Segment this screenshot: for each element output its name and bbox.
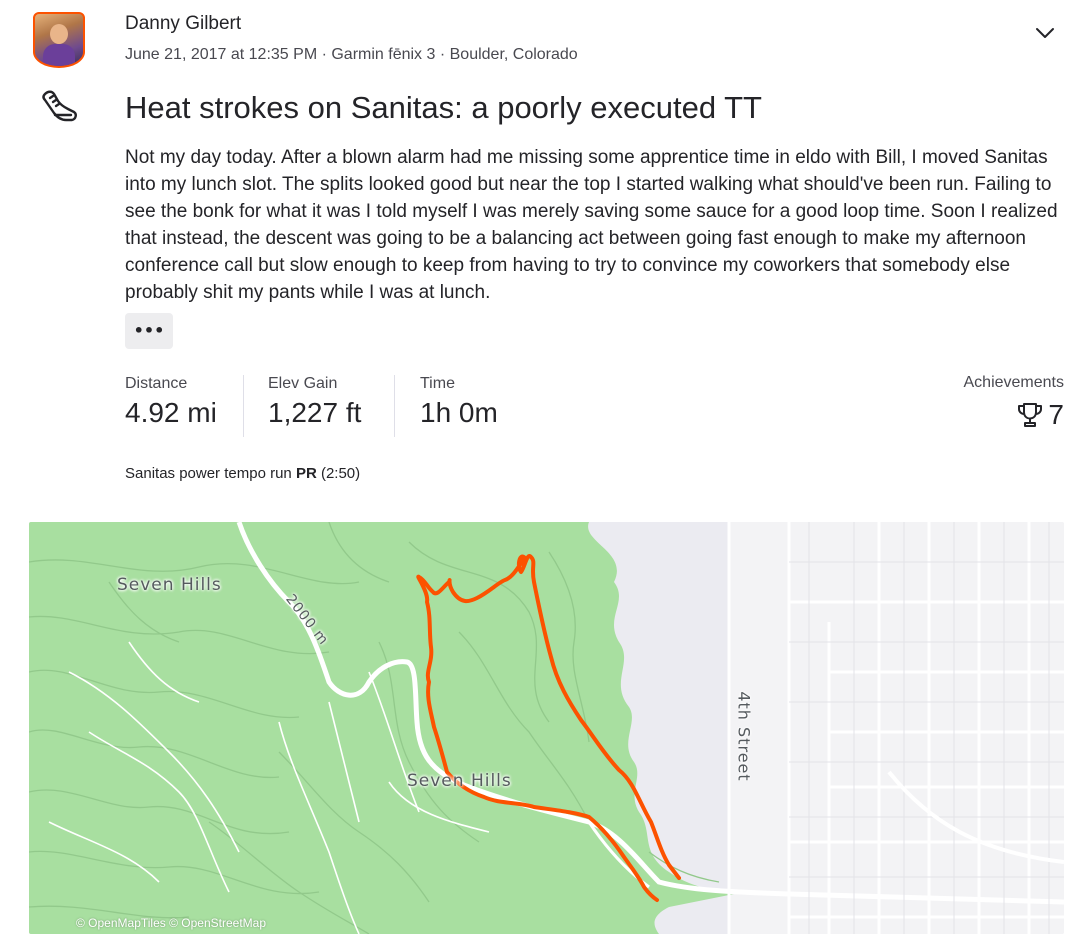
activity-meta: June 21, 2017 at 12:35 PM · Garmin fēnix… (125, 46, 578, 63)
stat-label: Time (420, 375, 455, 392)
achievements-count[interactable]: 7 (1016, 399, 1064, 431)
athlete-avatar[interactable] (33, 12, 85, 68)
more-options-button[interactable]: ••• (125, 313, 173, 349)
running-shoe-icon (42, 90, 77, 122)
stat-label: Distance (125, 375, 188, 392)
segment-time: (2:50) (320, 465, 361, 482)
stat-distance: Distance 4.92 mi (125, 375, 217, 439)
stat-time: Time 1h 0m (420, 375, 498, 439)
segment-name: Sanitas power tempo run (125, 465, 292, 482)
stat-divider (243, 375, 244, 437)
map-label-seven-hills: Seven Hills (117, 575, 222, 595)
segment-pr[interactable]: Sanitas power tempo run PR (2:50) (125, 465, 360, 482)
avatar-body (43, 44, 75, 66)
achievements-label: Achievements (963, 374, 1065, 391)
stat-label: Elev Gain (268, 375, 338, 392)
stat-value: 1,227 ft (268, 397, 362, 428)
stat-value: 1h 0m (420, 397, 498, 428)
stat-elev-gain: Elev Gain 1,227 ft (268, 375, 361, 439)
achievements-number: 7 (1048, 399, 1064, 430)
stat-divider (394, 375, 395, 437)
stat-value: 4.92 mi (125, 397, 217, 428)
activity-title[interactable]: Heat strokes on Sanitas: a poorly execut… (125, 90, 762, 126)
map-attribution[interactable]: © OpenMapTiles © OpenStreetMap (76, 916, 266, 930)
chevron-down-icon[interactable] (1034, 24, 1056, 42)
trophy-icon (1018, 403, 1043, 427)
athlete-name[interactable]: Danny Gilbert (125, 13, 241, 35)
avatar-head (50, 24, 68, 44)
map-label-seven-hills: Seven Hills (407, 771, 512, 791)
map-label-street: 4th Street (734, 691, 754, 782)
activity-description: Not my day today. After a blown alarm ha… (125, 147, 1058, 303)
pr-badge: PR (295, 465, 317, 482)
route-map[interactable]: Seven Hills Seven Hills 2000 m 4th Stree… (29, 522, 1064, 934)
